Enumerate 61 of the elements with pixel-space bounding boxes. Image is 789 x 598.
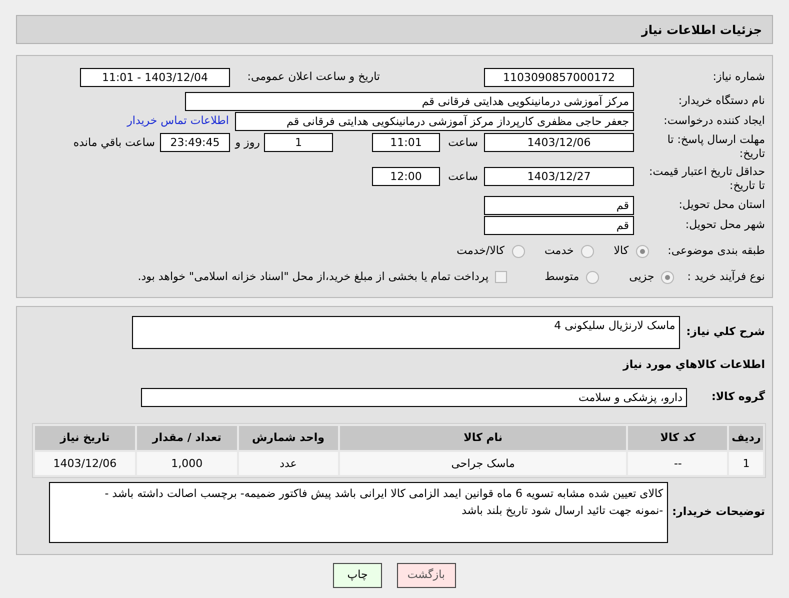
column-header: ردیف: [729, 426, 763, 450]
radio-button[interactable]: [636, 244, 649, 258]
field-label: شهر محل تحویل:: [684, 216, 765, 233]
column-header: نام کالا: [340, 426, 626, 450]
radio-button[interactable]: [661, 270, 674, 284]
back-button[interactable]: بازگشت: [397, 563, 456, 588]
text-field[interactable]: دارو، پزشکی و سلامت: [141, 388, 688, 406]
field-label: مهلت ارسال پاسخ: تا تاریخ:: [666, 133, 765, 161]
text-area[interactable]: ماسک لارنژیال سلیکونی 4: [132, 316, 680, 349]
field-label: ساعت: [447, 169, 478, 185]
table-cell: عدد: [238, 452, 338, 474]
text-field[interactable]: جعفر حاجی مظفری کارپرداز مرکز آموزشی درمانینکویی هدایتی فرقانی قم: [235, 112, 634, 130]
field-label: نوع فرآیند خرید :: [687, 268, 765, 285]
column-header: کد کالا: [628, 426, 728, 450]
field-label: تاریخ و ساعت اعلان عمومی:: [246, 68, 380, 85]
field-label: گروه کالا:: [711, 388, 765, 405]
field-label: توضیحات خریدار:: [672, 504, 765, 520]
column-header: تاریخ نیاز: [35, 426, 135, 450]
text-field[interactable]: 12:00: [372, 167, 440, 186]
field-label: استان محل تحویل:: [678, 196, 765, 213]
radio-button[interactable]: [580, 244, 594, 258]
field-label: شماره نیاز:: [712, 68, 765, 85]
table-cell: ماسک جراحی: [340, 452, 626, 474]
text-field[interactable]: 1403/12/27: [484, 167, 634, 186]
radio-button[interactable]: [586, 270, 600, 284]
text-area[interactable]: کالای تعیین شده مشابه تسویه 6 ماه قوانین ایمد الزامی کالا ایرانی باشد پیش فاکتور ضمیمه- برچسب اصالت داشته باشد - -نمونه جهت تائید ارسال شود تاریخ بلند باشد: [49, 482, 668, 542]
field-label: جزیی: [629, 268, 654, 285]
field-label: پرداخت تمام یا بخشی از مبلغ خرید،از محل "اسناد خزانه اسلامی" خواهد بود.: [138, 268, 489, 285]
text-field[interactable]: مرکز آموزشی درمانینکویی هدایتی فرقانی قم: [185, 92, 634, 110]
buyer-contact-link[interactable]: اطلاعات تماس خریدار: [127, 112, 229, 130]
field-label: طبقه بندی موضوعی:: [668, 242, 765, 259]
print-button[interactable]: چاپ: [333, 563, 382, 588]
field-label: کالا/خدمت: [456, 242, 504, 259]
field-label: شرح کلي نياز:: [686, 324, 765, 340]
radio-button[interactable]: [512, 244, 524, 258]
field-label: ساعت باقي مانده: [73, 135, 155, 151]
text-field[interactable]: 11:01: [372, 133, 440, 152]
table-cell: --: [628, 452, 728, 474]
text-field[interactable]: 1: [264, 133, 333, 152]
text-field[interactable]: 1403/12/06: [484, 133, 634, 152]
text-field[interactable]: قم: [484, 216, 634, 234]
table-cell: 1403/12/06: [35, 452, 135, 474]
section-title: اطلاعات كالاهاي مورد نياز: [622, 357, 765, 373]
field-label: خدمت: [544, 242, 574, 259]
column-header: تعداد / مقدار: [136, 426, 237, 450]
table-cell: 1,000: [136, 452, 237, 474]
field-label: حداقل تاریخ اعتبار قیمت: تا تاریخ:: [648, 165, 765, 193]
text-field[interactable]: قم: [484, 196, 634, 214]
checkbox[interactable]: [494, 271, 507, 283]
field-label: کالا: [614, 242, 629, 259]
field-label: ساعت: [447, 135, 478, 151]
field-label: نام دستگاه خریدار:: [677, 92, 765, 109]
text-field[interactable]: 1103090857000172: [484, 68, 634, 86]
text-field[interactable]: 1403/12/04 - 11:01: [80, 68, 230, 86]
page-title: جزئیات اطلاعات نیاز: [641, 22, 762, 38]
column-header: واحد شمارش: [238, 426, 338, 450]
field-label: ایجاد کننده درخواست:: [662, 112, 765, 129]
text-field[interactable]: 23:49:45: [160, 133, 230, 152]
table-cell: 1: [729, 452, 763, 474]
field-label: متوسط: [544, 268, 580, 285]
field-label: روز و: [234, 135, 260, 151]
